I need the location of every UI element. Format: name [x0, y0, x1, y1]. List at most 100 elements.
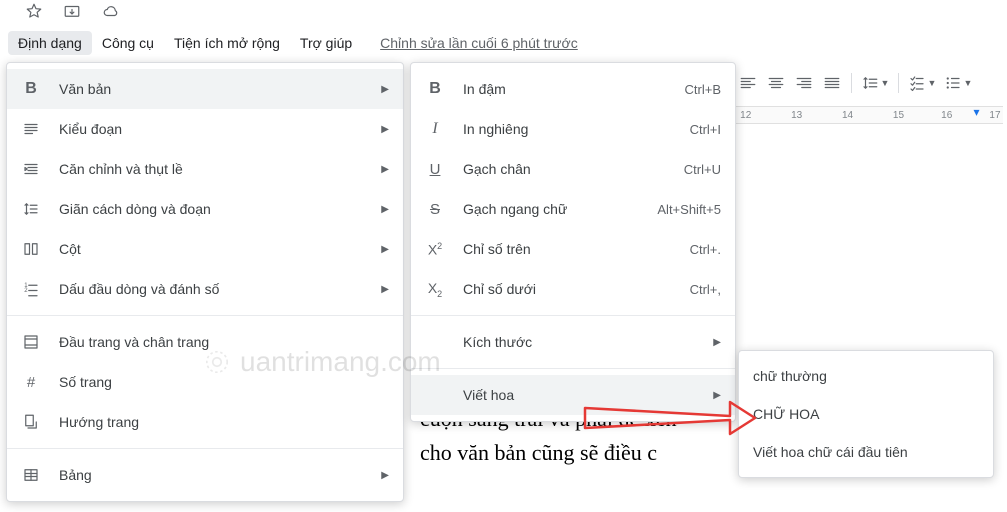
- ruler-tick: 17: [989, 110, 1000, 121]
- bulleted-list-button[interactable]: ▼: [941, 70, 975, 96]
- submenu-arrow-icon: ▶: [381, 84, 389, 95]
- menu-label: Chỉ số dưới: [463, 281, 680, 297]
- last-edit-link[interactable]: Chỉnh sửa lần cuối 6 phút trước: [380, 35, 578, 51]
- ruler-tick: 14: [842, 110, 853, 121]
- menu-separator: [7, 448, 403, 449]
- format-bullets-numbering-item[interactable]: 12 Dấu đầu dòng và đánh số ▶: [7, 269, 403, 309]
- menu-label: Bảng: [59, 467, 371, 483]
- menu-format[interactable]: Định dạng: [8, 31, 92, 55]
- submenu-arrow-icon: ▶: [381, 244, 389, 255]
- align-indent-icon: [21, 159, 41, 179]
- menu-extensions[interactable]: Tiện ích mở rộng: [164, 31, 290, 55]
- table-icon: [21, 465, 41, 485]
- bold-icon: B: [425, 79, 445, 99]
- menu-shortcut: Ctrl+,: [690, 282, 721, 297]
- submenu-arrow-icon: ▶: [381, 204, 389, 215]
- menu-label: CHỮ HOA: [753, 406, 979, 422]
- menu-label: Văn bản: [59, 81, 371, 97]
- headers-footers-icon: [21, 332, 41, 352]
- chevron-down-icon: ▼: [964, 78, 973, 88]
- ruler-marker[interactable]: ▾: [974, 105, 980, 119]
- italic-icon: I: [425, 119, 445, 139]
- cap-uppercase-item[interactable]: CHỮ HOA: [739, 395, 993, 433]
- menu-separator: [7, 315, 403, 316]
- align-justify-button[interactable]: [819, 70, 845, 96]
- cloud-icon[interactable]: [101, 2, 121, 23]
- menu-separator: [411, 368, 735, 369]
- menubar: Định dạng Công cụ Tiện ích mở rộng Trợ g…: [8, 28, 578, 58]
- ruler-tick: 15: [893, 110, 904, 121]
- subscript-icon: X2: [425, 279, 445, 299]
- menu-label: Chỉ số trên: [463, 241, 680, 257]
- submenu-arrow-icon: ▶: [381, 470, 389, 481]
- text-underline-item[interactable]: U Gạch chân Ctrl+U: [411, 149, 735, 189]
- submenu-arrow-icon: ▶: [713, 337, 721, 348]
- text-strike-item[interactable]: S Gạch ngang chữ Alt+Shift+5: [411, 189, 735, 229]
- paragraph-styles-icon: [21, 119, 41, 139]
- menu-separator: [411, 315, 735, 316]
- menu-label: Kích thước: [463, 334, 703, 350]
- chevron-down-icon: ▼: [881, 78, 890, 88]
- underline-icon: U: [425, 159, 445, 179]
- format-menu: B Văn bản ▶ Kiểu đoạn ▶ Căn chỉnh và thụ…: [6, 62, 404, 502]
- blank-icon: [425, 385, 445, 405]
- text-subscript-item[interactable]: X2 Chỉ số dưới Ctrl+,: [411, 269, 735, 309]
- ruler-tick: 12: [740, 110, 751, 121]
- text-size-item[interactable]: Kích thước ▶: [411, 322, 735, 362]
- ruler-tick: 13: [791, 110, 802, 121]
- menu-label: Gạch chân: [463, 161, 674, 177]
- toolbar-separator: [851, 73, 852, 93]
- page-numbers-icon: #: [21, 372, 41, 392]
- submenu-arrow-icon: ▶: [381, 124, 389, 135]
- menu-shortcut: Ctrl+I: [690, 122, 721, 137]
- menu-shortcut: Alt+Shift+5: [657, 202, 721, 217]
- columns-icon: [21, 239, 41, 259]
- menu-label: chữ thường: [753, 368, 979, 384]
- cap-lowercase-item[interactable]: chữ thường: [739, 357, 993, 395]
- menu-label: Cột: [59, 241, 371, 257]
- menu-label: Viết hoa chữ cái đầu tiên: [753, 444, 979, 460]
- align-left-button[interactable]: [735, 70, 761, 96]
- chevron-down-icon: ▼: [928, 78, 937, 88]
- format-headers-footers-item[interactable]: Đầu trang và chân trang: [7, 322, 403, 362]
- text-capitalization-item[interactable]: Viết hoa ▶: [411, 375, 735, 415]
- align-center-button[interactable]: [763, 70, 789, 96]
- format-page-orientation-item[interactable]: Hướng trang: [7, 402, 403, 442]
- text-bold-item[interactable]: B In đậm Ctrl+B: [411, 69, 735, 109]
- menu-help[interactable]: Trợ giúp: [290, 31, 362, 55]
- menu-label: Viết hoa: [463, 387, 703, 403]
- bold-icon: B: [21, 79, 41, 99]
- format-columns-item[interactable]: Cột ▶: [7, 229, 403, 269]
- format-table-item[interactable]: Bảng ▶: [7, 455, 403, 495]
- page-orientation-icon: [21, 412, 41, 432]
- ruler-tick: 16: [941, 110, 952, 121]
- line-spacing-button[interactable]: ▼: [858, 70, 892, 96]
- toolbar-fragment: ▼ ▼ ▼: [735, 70, 975, 96]
- text-submenu: B In đậm Ctrl+B I In nghiêng Ctrl+I U Gạ…: [410, 62, 736, 422]
- menu-label: Hướng trang: [59, 414, 389, 430]
- format-align-indent-item[interactable]: Căn chỉnh và thụt lề ▶: [7, 149, 403, 189]
- star-icon[interactable]: [25, 2, 43, 23]
- text-superscript-item[interactable]: X2 Chỉ số trên Ctrl+.: [411, 229, 735, 269]
- menu-label: In đậm: [463, 81, 675, 97]
- checklist-button[interactable]: ▼: [905, 70, 939, 96]
- submenu-arrow-icon: ▶: [381, 284, 389, 295]
- format-line-spacing-item[interactable]: Giãn cách dòng và đoạn ▶: [7, 189, 403, 229]
- format-page-numbers-item[interactable]: # Số trang: [7, 362, 403, 402]
- superscript-icon: X2: [425, 239, 445, 259]
- align-right-button[interactable]: [791, 70, 817, 96]
- strikethrough-icon: S: [425, 199, 445, 219]
- move-icon[interactable]: [63, 2, 81, 23]
- menu-label: Đầu trang và chân trang: [59, 334, 389, 350]
- cap-titlecase-item[interactable]: Viết hoa chữ cái đầu tiên: [739, 433, 993, 471]
- menu-shortcut: Ctrl+U: [684, 162, 721, 177]
- format-paragraph-styles-item[interactable]: Kiểu đoạn ▶: [7, 109, 403, 149]
- menu-label: Gạch ngang chữ: [463, 201, 647, 217]
- menu-shortcut: Ctrl+.: [690, 242, 721, 257]
- menu-tools[interactable]: Công cụ: [92, 31, 164, 55]
- menu-label: Giãn cách dòng và đoạn: [59, 201, 371, 217]
- format-text-item[interactable]: B Văn bản ▶: [7, 69, 403, 109]
- svg-text:2: 2: [24, 288, 28, 294]
- text-italic-item[interactable]: I In nghiêng Ctrl+I: [411, 109, 735, 149]
- capitalization-submenu: chữ thường CHỮ HOA Viết hoa chữ cái đầu …: [738, 350, 994, 478]
